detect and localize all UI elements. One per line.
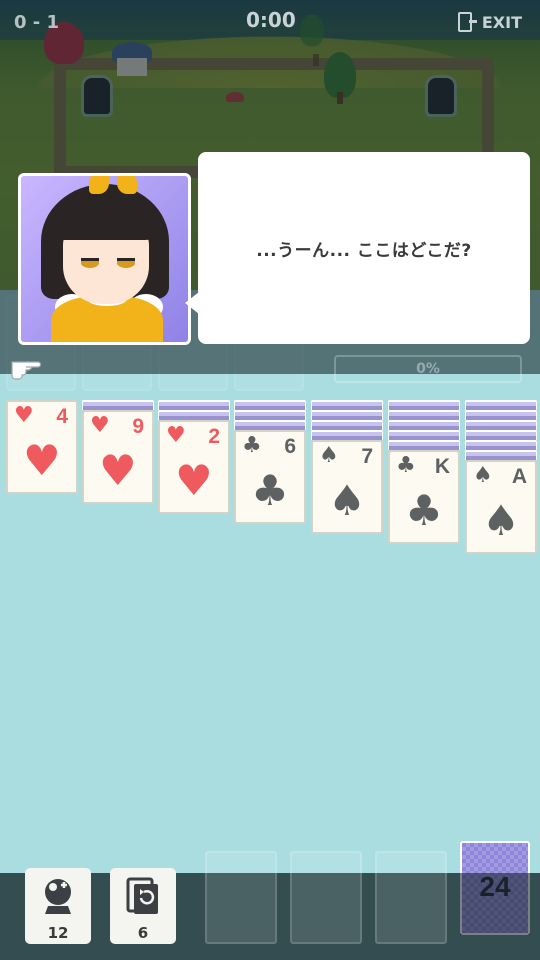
tableau-pile[interactable]: ♠ A ♠ (465, 400, 537, 554)
face-down-card (311, 420, 383, 430)
card-rank: 6 (284, 435, 296, 458)
tableau-pile[interactable]: ♣ K ♣ (388, 400, 460, 544)
card-suit-small: ♥ (14, 403, 34, 428)
foundation-slot[interactable] (205, 851, 277, 944)
playing-card[interactable]: ♥ 2 ♥ (158, 420, 230, 514)
crystal-ball-icon (45, 879, 71, 914)
pointing-hand-icon (11, 361, 42, 380)
face-down-card (465, 450, 537, 460)
face-down-card (388, 420, 460, 430)
face-down-card (388, 440, 460, 450)
exit-button[interactable]: EXIT (457, 12, 522, 32)
face-down-card (465, 430, 537, 440)
face-down-card (158, 410, 230, 420)
tableau-pile[interactable]: ♥ 2 ♥ (158, 400, 230, 514)
card-rank: K (434, 455, 450, 478)
card-suit-large: ♥ (99, 446, 137, 495)
card-suit-large: ♣ (251, 466, 289, 515)
tableau-pile[interactable]: ♣ 6 ♣ (234, 400, 306, 524)
face-down-card (311, 430, 383, 440)
face-down-card (465, 420, 537, 430)
face-down-card (82, 400, 154, 410)
playing-card[interactable]: ♠ 7 ♠ (311, 440, 383, 534)
card-suit-large: ♠ (482, 496, 520, 545)
card-rank: 7 (361, 445, 373, 468)
card-suit-small: ♠ (319, 443, 339, 468)
exit-door-icon (457, 12, 477, 32)
card-suit-small: ♣ (396, 453, 416, 478)
character-portrait (18, 173, 191, 345)
face-down-card (234, 410, 306, 420)
progress-value: 0% (416, 361, 440, 377)
face-down-card (311, 410, 383, 420)
progress-indicator: 0% (334, 355, 522, 383)
tableau-pile[interactable]: ♠ 7 ♠ (311, 400, 383, 534)
playing-card[interactable]: ♠ A ♠ (465, 460, 537, 554)
undo-button[interactable]: 6 (110, 868, 176, 944)
face-down-card (465, 440, 537, 450)
hint-count: 12 (47, 924, 69, 942)
foundation-slot[interactable] (290, 851, 362, 944)
face-down-card (388, 430, 460, 440)
card-rank: 2 (208, 425, 220, 448)
hint-button[interactable]: 12 (25, 868, 91, 944)
face-down-card (234, 420, 306, 430)
deck-shade (460, 873, 530, 935)
playing-card[interactable]: ♣ 6 ♣ (234, 430, 306, 524)
face-down-card (465, 400, 537, 410)
bow-icon (89, 176, 137, 196)
card-suit-small: ♥ (90, 413, 110, 438)
dialog-text: ...うーん... ここはどこだ? (256, 240, 472, 261)
foundation-slot[interactable] (375, 851, 447, 944)
playing-card[interactable]: ♣ K ♣ (388, 450, 460, 544)
speech-bubble[interactable]: ...うーん... ここはどこだ? (198, 152, 530, 344)
card-rank: 9 (132, 415, 144, 438)
level-indicator: 0 - 1 (14, 12, 60, 33)
undo-card-icon (126, 877, 158, 914)
card-suit-small: ♥ (166, 423, 186, 448)
card-suit-large: ♥ (175, 456, 213, 505)
card-rank: 4 (56, 405, 68, 428)
undo-count: 6 (137, 924, 149, 942)
face-down-card (388, 400, 460, 410)
tableau-pile[interactable]: ♥ 9 ♥ (82, 400, 154, 504)
card-suit-large: ♠ (328, 476, 366, 525)
timer: 0:00 (246, 8, 296, 32)
card-suit-large: ♥ (23, 436, 61, 485)
face-down-card (158, 400, 230, 410)
face-down-card (311, 400, 383, 410)
exit-label: EXIT (481, 12, 522, 32)
tableau-pile[interactable]: ♥ 4 ♥ (6, 400, 78, 494)
playing-card[interactable]: ♥ 4 ♥ (6, 400, 78, 494)
face-down-card (388, 410, 460, 420)
card-suit-small: ♠ (473, 463, 493, 488)
card-suit-small: ♣ (242, 433, 262, 458)
face-down-card (234, 400, 306, 410)
speech-bubble-tail (185, 292, 199, 314)
card-suit-large: ♣ (405, 486, 443, 535)
card-rank: A (511, 465, 527, 488)
face-down-card (465, 410, 537, 420)
playing-card[interactable]: ♥ 9 ♥ (82, 410, 154, 504)
